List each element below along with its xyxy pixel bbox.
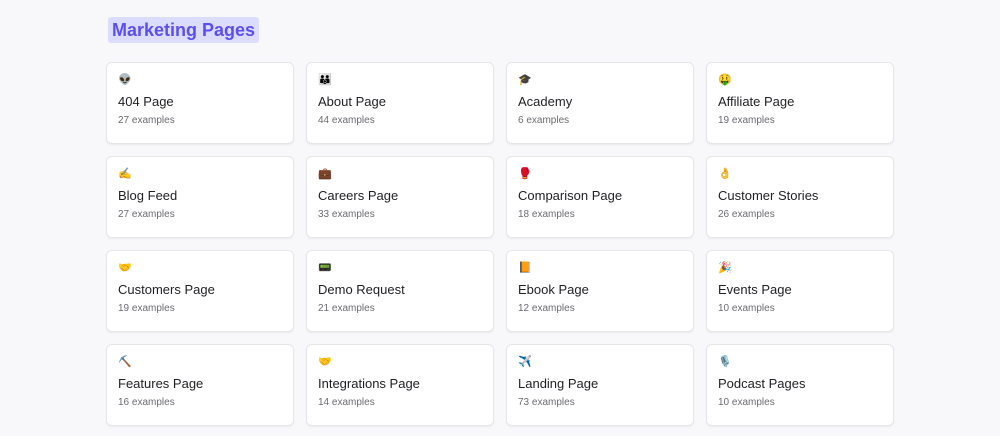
category-name: Careers Page — [318, 188, 399, 203]
family-icon: 👪 — [318, 74, 332, 86]
writing-hand-icon: ✍️ — [118, 168, 132, 180]
category-card[interactable]: 👌 Customer Stories 26 examples — [706, 156, 894, 238]
handshake-icon: 🤝 — [118, 262, 132, 274]
category-name: Academy — [518, 94, 573, 109]
book-icon: 📙 — [518, 262, 532, 274]
airplane-icon: ✈️ — [518, 356, 532, 368]
category-card[interactable]: ✈️ Landing Page 73 examples — [506, 344, 694, 426]
category-name: Events Page — [718, 282, 792, 297]
marketing-pages-section: Marketing Pages 👽 404 Page 27 examples 👪 Abo… — [0, 0, 1000, 436]
category-grid: 👽 404 Page 27 examples 👪 About Page 44 exampl… — [106, 62, 894, 426]
example-count: 27 examples — [118, 115, 175, 126]
category-name: Customers Page — [118, 282, 215, 297]
category-card[interactable]: 🥊 Comparison Page 18 examples — [506, 156, 694, 238]
alien-icon: 👽 — [118, 74, 132, 86]
device-icon: 📟 — [318, 262, 332, 274]
example-count: 33 examples — [318, 209, 375, 220]
microphone-icon: 🎙️ — [718, 356, 732, 368]
ok-hand-icon: 👌 — [718, 168, 732, 180]
example-count: 44 examples — [318, 115, 375, 126]
category-card[interactable]: 💼 Careers Page 33 examples — [306, 156, 494, 238]
category-name: Demo Request — [318, 282, 405, 297]
money-face-icon: 🤑 — [718, 74, 732, 86]
category-card[interactable]: 📙 Ebook Page 12 examples — [506, 250, 694, 332]
category-card[interactable]: 👪 About Page 44 examples — [306, 62, 494, 144]
example-count: 16 examples — [118, 397, 175, 408]
category-name: 404 Page — [118, 94, 174, 109]
category-card[interactable]: 🎉 Events Page 10 examples — [706, 250, 894, 332]
category-name: Features Page — [118, 376, 204, 391]
example-count: 10 examples — [718, 397, 775, 408]
category-card[interactable]: 👽 404 Page 27 examples — [106, 62, 294, 144]
category-card[interactable]: 🤝 Integrations Page 14 examples — [306, 344, 494, 426]
example-count: 19 examples — [118, 303, 175, 314]
category-name: About Page — [318, 94, 386, 109]
example-count: 21 examples — [318, 303, 375, 314]
category-name: Affiliate Page — [718, 94, 795, 109]
category-name: Podcast Pages — [718, 376, 806, 391]
category-name: Customer Stories — [718, 188, 819, 203]
example-count: 10 examples — [718, 303, 775, 314]
example-count: 27 examples — [118, 209, 175, 220]
category-card[interactable]: 🎙️ Podcast Pages 10 examples — [706, 344, 894, 426]
category-name: Integrations Page — [318, 376, 420, 391]
category-card[interactable]: 🤑 Affiliate Page 19 examples — [706, 62, 894, 144]
example-count: 26 examples — [718, 209, 775, 220]
category-card[interactable]: 🎓 Academy 6 examples — [506, 62, 694, 144]
pickaxe-icon: ⛏️ — [118, 356, 132, 368]
section-title: Marketing Pages — [108, 17, 260, 43]
party-popper-icon: 🎉 — [718, 262, 732, 274]
category-name: Comparison Page — [518, 188, 623, 203]
boxing-glove-icon: 🥊 — [518, 168, 532, 180]
category-card[interactable]: 🤝 Customers Page 19 examples — [106, 250, 294, 332]
example-count: 19 examples — [718, 115, 775, 126]
category-card[interactable]: 📟 Demo Request 21 examples — [306, 250, 494, 332]
category-card[interactable]: ✍️ Blog Feed 27 examples — [106, 156, 294, 238]
graduation-cap-icon: 🎓 — [518, 74, 532, 86]
example-count: 73 examples — [518, 397, 575, 408]
category-name: Blog Feed — [118, 188, 178, 203]
example-count: 6 examples — [518, 115, 570, 126]
briefcase-icon: 💼 — [318, 168, 332, 180]
example-count: 18 examples — [518, 209, 575, 220]
handshake-icon: 🤝 — [318, 356, 332, 368]
example-count: 12 examples — [518, 303, 575, 314]
category-name: Ebook Page — [518, 282, 589, 297]
category-card[interactable]: ⛏️ Features Page 16 examples — [106, 344, 294, 426]
category-name: Landing Page — [518, 376, 599, 391]
example-count: 14 examples — [318, 397, 375, 408]
